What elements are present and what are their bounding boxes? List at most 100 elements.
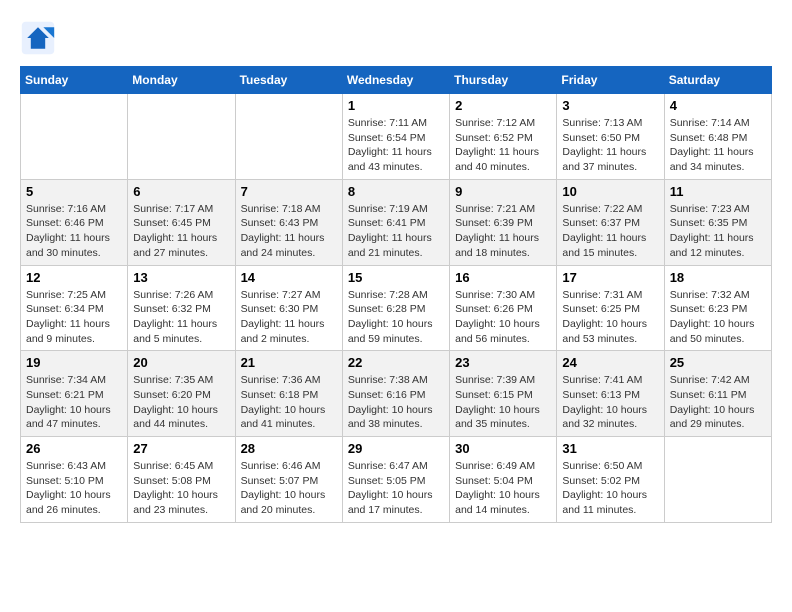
day-info: Sunrise: 6:46 AM Sunset: 5:07 PM Dayligh… — [241, 459, 337, 518]
day-number: 16 — [455, 270, 551, 285]
day-info: Sunrise: 7:13 AM Sunset: 6:50 PM Dayligh… — [562, 116, 658, 175]
calendar-cell: 10 Sunrise: 7:22 AM Sunset: 6:37 PM Dayli… — [557, 179, 664, 265]
day-info: Sunrise: 7:17 AM Sunset: 6:45 PM Dayligh… — [133, 202, 229, 261]
calendar-cell: 21 Sunrise: 7:36 AM Sunset: 6:18 PM Dayli… — [235, 351, 342, 437]
calendar-cell: 3 Sunrise: 7:13 AM Sunset: 6:50 PM Daylig… — [557, 94, 664, 180]
day-number: 14 — [241, 270, 337, 285]
day-number: 28 — [241, 441, 337, 456]
day-number: 29 — [348, 441, 444, 456]
day-number: 21 — [241, 355, 337, 370]
day-info: Sunrise: 7:11 AM Sunset: 6:54 PM Dayligh… — [348, 116, 444, 175]
day-info: Sunrise: 7:19 AM Sunset: 6:41 PM Dayligh… — [348, 202, 444, 261]
day-number: 26 — [26, 441, 122, 456]
calendar-cell: 18 Sunrise: 7:32 AM Sunset: 6:23 PM Dayli… — [664, 265, 771, 351]
calendar-day-header: Friday — [557, 67, 664, 94]
calendar-cell: 27Sunrise: 6:45 AM Sunset: 5:08 PM Dayli… — [128, 437, 235, 523]
logo — [20, 20, 62, 56]
day-number: 10 — [562, 184, 658, 199]
logo-icon — [20, 20, 56, 56]
calendar-week-row: 26 Sunrise: 6:43 AM Sunset: 5:10 PM Dayli… — [21, 437, 772, 523]
calendar-cell: 17Sunrise: 7:31 AM Sunset: 6:25 PM Dayli… — [557, 265, 664, 351]
calendar-cell: 14 Sunrise: 7:27 AM Sunset: 6:30 PM Dayli… — [235, 265, 342, 351]
calendar-cell: 2 Sunrise: 7:12 AM Sunset: 6:52 PM Daylig… — [450, 94, 557, 180]
day-info: Sunrise: 7:39 AM Sunset: 6:15 PM Dayligh… — [455, 373, 551, 432]
day-info: Sunrise: 7:12 AM Sunset: 6:52 PM Dayligh… — [455, 116, 551, 175]
day-number: 23 — [455, 355, 551, 370]
calendar-day-header: Tuesday — [235, 67, 342, 94]
calendar-cell: 4 Sunrise: 7:14 AM Sunset: 6:48 PM Daylig… — [664, 94, 771, 180]
day-number: 18 — [670, 270, 766, 285]
page-header — [20, 20, 772, 56]
day-number: 20 — [133, 355, 229, 370]
day-info: Sunrise: 7:27 AM Sunset: 6:30 PM Dayligh… — [241, 288, 337, 347]
day-number: 5 — [26, 184, 122, 199]
day-number: 8 — [348, 184, 444, 199]
day-info: Sunrise: 7:22 AM Sunset: 6:37 PM Dayligh… — [562, 202, 658, 261]
day-info: Sunrise: 7:32 AM Sunset: 6:23 PM Dayligh… — [670, 288, 766, 347]
calendar-cell: 5 Sunrise: 7:16 AM Sunset: 6:46 PM Daylig… — [21, 179, 128, 265]
calendar-cell: 20 Sunrise: 7:35 AM Sunset: 6:20 PM Dayli… — [128, 351, 235, 437]
day-info: Sunrise: 7:23 AM Sunset: 6:35 PM Dayligh… — [670, 202, 766, 261]
day-number: 4 — [670, 98, 766, 113]
day-number: 24 — [562, 355, 658, 370]
calendar-week-row: 12 Sunrise: 7:25 AM Sunset: 6:34 PM Dayli… — [21, 265, 772, 351]
calendar-day-header: Wednesday — [342, 67, 449, 94]
day-info: Sunrise: 6:50 AM Sunset: 5:02 PM Dayligh… — [562, 459, 658, 518]
day-number: 12 — [26, 270, 122, 285]
calendar-cell — [664, 437, 771, 523]
day-number: 22 — [348, 355, 444, 370]
calendar-day-header: Sunday — [21, 67, 128, 94]
day-info: Sunrise: 6:47 AM Sunset: 5:05 PM Dayligh… — [348, 459, 444, 518]
calendar-cell: 29 Sunrise: 6:47 AM Sunset: 5:05 PM Dayli… — [342, 437, 449, 523]
calendar-day-header: Saturday — [664, 67, 771, 94]
day-number: 3 — [562, 98, 658, 113]
day-number: 15 — [348, 270, 444, 285]
day-number: 25 — [670, 355, 766, 370]
calendar-cell: 15Sunrise: 7:28 AM Sunset: 6:28 PM Dayli… — [342, 265, 449, 351]
day-number: 19 — [26, 355, 122, 370]
day-info: Sunrise: 7:18 AM Sunset: 6:43 PM Dayligh… — [241, 202, 337, 261]
calendar-cell — [235, 94, 342, 180]
calendar-cell: 9 Sunrise: 7:21 AM Sunset: 6:39 PM Daylig… — [450, 179, 557, 265]
day-number: 6 — [133, 184, 229, 199]
calendar-day-header: Monday — [128, 67, 235, 94]
calendar-week-row: 5 Sunrise: 7:16 AM Sunset: 6:46 PM Daylig… — [21, 179, 772, 265]
calendar: SundayMondayTuesdayWednesdayThursdayFrid… — [20, 66, 772, 523]
day-number: 2 — [455, 98, 551, 113]
day-info: Sunrise: 6:45 AM Sunset: 5:08 PM Dayligh… — [133, 459, 229, 518]
day-info: Sunrise: 7:30 AM Sunset: 6:26 PM Dayligh… — [455, 288, 551, 347]
calendar-week-row: 19Sunrise: 7:34 AM Sunset: 6:21 PM Dayli… — [21, 351, 772, 437]
calendar-cell: 31 Sunrise: 6:50 AM Sunset: 5:02 PM Dayli… — [557, 437, 664, 523]
calendar-week-row: 1Sunrise: 7:11 AM Sunset: 6:54 PM Daylig… — [21, 94, 772, 180]
calendar-header-row: SundayMondayTuesdayWednesdayThursdayFrid… — [21, 67, 772, 94]
day-info: Sunrise: 7:31 AM Sunset: 6:25 PM Dayligh… — [562, 288, 658, 347]
calendar-cell: 23 Sunrise: 7:39 AM Sunset: 6:15 PM Dayli… — [450, 351, 557, 437]
calendar-cell: 11Sunrise: 7:23 AM Sunset: 6:35 PM Dayli… — [664, 179, 771, 265]
day-number: 7 — [241, 184, 337, 199]
calendar-cell: 26 Sunrise: 6:43 AM Sunset: 5:10 PM Dayli… — [21, 437, 128, 523]
day-info: Sunrise: 7:35 AM Sunset: 6:20 PM Dayligh… — [133, 373, 229, 432]
day-info: Sunrise: 6:43 AM Sunset: 5:10 PM Dayligh… — [26, 459, 122, 518]
calendar-cell: 22Sunrise: 7:38 AM Sunset: 6:16 PM Dayli… — [342, 351, 449, 437]
calendar-cell: 30 Sunrise: 6:49 AM Sunset: 5:04 PM Dayli… — [450, 437, 557, 523]
day-info: Sunrise: 7:25 AM Sunset: 6:34 PM Dayligh… — [26, 288, 122, 347]
calendar-cell: 28 Sunrise: 6:46 AM Sunset: 5:07 PM Dayli… — [235, 437, 342, 523]
day-info: Sunrise: 7:21 AM Sunset: 6:39 PM Dayligh… — [455, 202, 551, 261]
calendar-cell: 19Sunrise: 7:34 AM Sunset: 6:21 PM Dayli… — [21, 351, 128, 437]
calendar-cell: 7 Sunrise: 7:18 AM Sunset: 6:43 PM Daylig… — [235, 179, 342, 265]
day-info: Sunrise: 7:14 AM Sunset: 6:48 PM Dayligh… — [670, 116, 766, 175]
day-info: Sunrise: 7:41 AM Sunset: 6:13 PM Dayligh… — [562, 373, 658, 432]
calendar-cell: 13Sunrise: 7:26 AM Sunset: 6:32 PM Dayli… — [128, 265, 235, 351]
day-info: Sunrise: 7:36 AM Sunset: 6:18 PM Dayligh… — [241, 373, 337, 432]
day-number: 9 — [455, 184, 551, 199]
calendar-cell: 1Sunrise: 7:11 AM Sunset: 6:54 PM Daylig… — [342, 94, 449, 180]
day-info: Sunrise: 6:49 AM Sunset: 5:04 PM Dayligh… — [455, 459, 551, 518]
day-number: 13 — [133, 270, 229, 285]
calendar-cell — [21, 94, 128, 180]
day-number: 30 — [455, 441, 551, 456]
calendar-cell: 24 Sunrise: 7:41 AM Sunset: 6:13 PM Dayli… — [557, 351, 664, 437]
calendar-cell: 25Sunrise: 7:42 AM Sunset: 6:11 PM Dayli… — [664, 351, 771, 437]
calendar-cell: 6 Sunrise: 7:17 AM Sunset: 6:45 PM Daylig… — [128, 179, 235, 265]
day-info: Sunrise: 7:16 AM Sunset: 6:46 PM Dayligh… — [26, 202, 122, 261]
day-number: 31 — [562, 441, 658, 456]
